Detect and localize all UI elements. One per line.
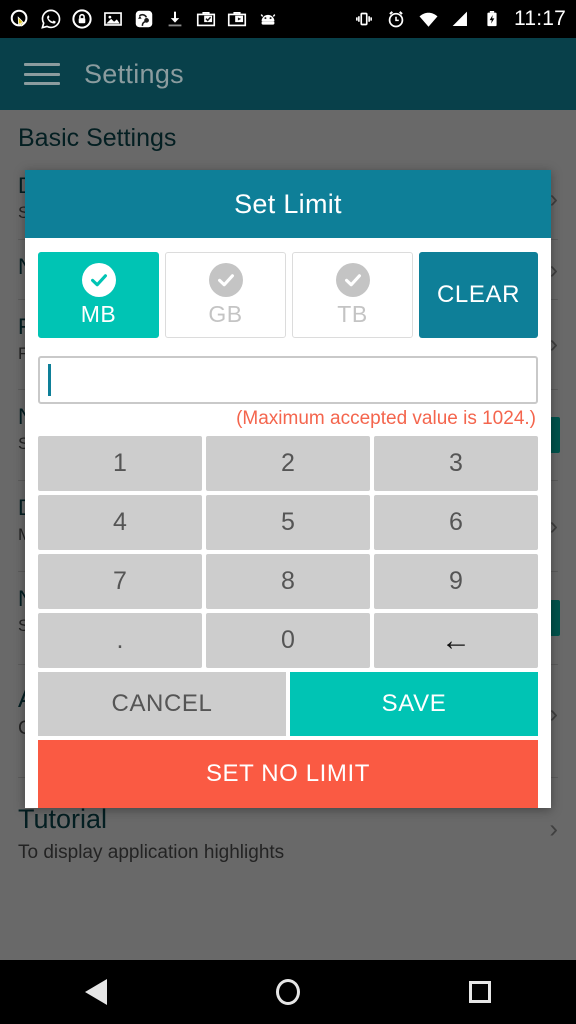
unit-label-tb: TB [337, 300, 368, 327]
key-0[interactable]: 0 [206, 613, 370, 668]
key-backspace-icon[interactable]: ← [374, 613, 538, 668]
key-2[interactable]: 2 [206, 436, 370, 491]
key-3[interactable]: 3 [374, 436, 538, 491]
clear-button[interactable]: CLEAR [419, 252, 538, 338]
status-bar: 11:17 [0, 0, 576, 38]
check-circle-icon [81, 262, 116, 297]
max-value-hint: (Maximum accepted value is 1024.) [236, 408, 536, 429]
unit-label-mb: MB [80, 300, 117, 327]
image-icon [101, 7, 125, 31]
unit-label-gb: GB [208, 300, 243, 327]
save-button[interactable]: SAVE [290, 672, 538, 736]
limit-input[interactable] [51, 358, 528, 402]
unit-button-gb[interactable]: GB [165, 252, 286, 338]
app-bar: Settings [0, 38, 576, 110]
phone-screen: 11:17 Settings Basic Settings D S › N › … [0, 0, 576, 1024]
briefcase-check-icon [194, 7, 218, 31]
back-icon[interactable] [56, 960, 136, 1024]
set-limit-dialog: Set Limit MB GB TB CLEAR (Maximum accept… [25, 170, 551, 808]
status-bar-left-icons [8, 7, 352, 31]
download-icon [163, 7, 187, 31]
android-head-icon [256, 7, 280, 31]
hamburger-icon[interactable] [22, 59, 62, 89]
search-cursor-icon [8, 7, 32, 31]
battery-charging-icon [480, 7, 504, 31]
check-circle-icon [208, 262, 243, 297]
android-nav-bar [0, 960, 576, 1024]
key-1[interactable]: 1 [38, 436, 202, 491]
home-icon[interactable] [248, 960, 328, 1024]
limit-input-wrapper[interactable] [38, 356, 538, 404]
dialog-header: Set Limit [25, 170, 551, 238]
whatsapp-icon [39, 7, 63, 31]
signal-icon [448, 7, 472, 31]
key-decimal[interactable]: . [38, 613, 202, 668]
key-9[interactable]: 9 [374, 554, 538, 609]
key-5[interactable]: 5 [206, 495, 370, 550]
key-8[interactable]: 8 [206, 554, 370, 609]
alarm-icon [384, 7, 408, 31]
numeric-keypad: 1 2 3 4 5 6 7 8 9 . 0 ← [38, 436, 538, 668]
unit-button-mb[interactable]: MB [38, 252, 159, 338]
cancel-button[interactable]: CANCEL [38, 672, 286, 736]
briefcase-play-icon [225, 7, 249, 31]
status-clock: 11:17 [514, 7, 566, 30]
recents-icon[interactable] [440, 960, 520, 1024]
key-4[interactable]: 4 [38, 495, 202, 550]
key-6[interactable]: 6 [374, 495, 538, 550]
set-no-limit-button[interactable]: SET NO LIMIT [38, 740, 538, 808]
unit-selector: MB GB TB CLEAR [38, 252, 538, 338]
dialog-title: Set Limit [234, 188, 342, 219]
dialog-action-row: CANCEL SAVE [38, 672, 538, 736]
key-7[interactable]: 7 [38, 554, 202, 609]
status-bar-right-icons: 11:17 [352, 7, 566, 31]
unit-button-tb[interactable]: TB [292, 252, 413, 338]
vibrate-icon [352, 7, 376, 31]
page-title: Settings [84, 58, 184, 89]
check-circle-icon [335, 262, 370, 297]
dialog-content: MB GB TB CLEAR (Maximum accepted value i… [25, 238, 551, 808]
lock-icon [70, 7, 94, 31]
hamburger-line [24, 82, 60, 85]
wifi-icon [416, 7, 440, 31]
hamburger-line [24, 72, 60, 76]
hamburger-line [24, 63, 60, 66]
contact-sync-icon [132, 7, 156, 31]
